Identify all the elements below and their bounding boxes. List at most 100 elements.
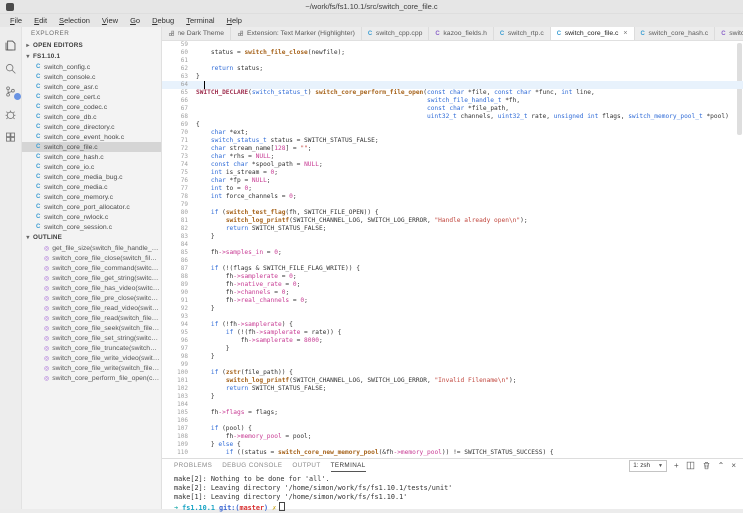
outline-item[interactable]: ◎switch_core_file_write_video(switch_fil… <box>22 353 161 363</box>
file-item[interactable]: Cswitch_core_media.c <box>22 182 161 192</box>
menu-item-view[interactable]: View <box>96 16 124 25</box>
code-text: fh->samplerate = 0; <box>196 273 297 280</box>
terminal-output[interactable]: make[2]: Nothing to be done for 'all'. ma… <box>162 472 743 512</box>
search-icon[interactable] <box>3 60 19 76</box>
panel-tab-output[interactable]: OUTPUT <box>292 459 320 472</box>
terminal-shell-select[interactable]: 1: zsh ▼ <box>629 459 667 472</box>
file-item[interactable]: Cswitch_core_event_hook.c <box>22 132 161 142</box>
outline-item[interactable]: ◎switch_core_file_write(switch_file_hand… <box>22 363 161 373</box>
code-editor[interactable]: 59 60 status = switch_file_close(newfile)… <box>162 41 743 458</box>
close-tab-icon[interactable]: × <box>623 30 627 37</box>
source-control-icon[interactable] <box>3 83 21 100</box>
code-text: int is_stream = 0; <box>210 169 278 176</box>
file-item[interactable]: Cswitch_core_rwlock.c <box>22 212 161 222</box>
code-line: 94 if (!fh->samplerate) { <box>162 321 743 329</box>
file-item[interactable]: Cswitch_console.c <box>22 72 161 82</box>
menu-item-selection[interactable]: Selection <box>53 16 96 25</box>
close-panel-icon[interactable]: × <box>731 461 736 470</box>
editor-tab[interactable]: Cswitch_core_hash.c <box>634 27 716 40</box>
editor-tab[interactable]: Ckazoo_fields.h <box>429 27 494 40</box>
outline-item[interactable]: ◎switch_core_file_truncate(switch_file_h… <box>22 343 161 353</box>
kill-terminal-icon[interactable] <box>702 461 711 470</box>
file-item[interactable]: Cswitch_core_cert.c <box>22 92 161 102</box>
outline-item[interactable]: ◎get_file_size(switch_file_handle_t *, c… <box>22 243 161 253</box>
new-terminal-icon[interactable]: + <box>674 461 679 470</box>
extensions-icon[interactable] <box>3 129 19 145</box>
maximize-panel-icon[interactable]: ⌃ <box>718 461 725 470</box>
file-item[interactable]: Cswitch_core_port_allocator.c <box>22 202 161 212</box>
explorer-icon[interactable] <box>3 37 19 53</box>
panel-tab-terminal[interactable]: TERMINAL <box>330 459 366 472</box>
file-item[interactable]: Cswitch_core_media_bug.c <box>22 172 161 182</box>
outline-symbol: switch_core_file_read_video(switch_file_… <box>52 304 160 312</box>
outline-item[interactable]: ◎switch_core_file_read_video(switch_file… <box>22 303 161 313</box>
outline-item[interactable]: ◎switch_core_file_seek(switch_file_handl… <box>22 323 161 333</box>
app-icon <box>6 3 14 11</box>
method-icon: ◎ <box>44 305 50 312</box>
code-line: 108 fh->memory_pool = pool; <box>162 433 743 441</box>
menu-item-file[interactable]: File <box>4 16 28 25</box>
c-file-icon: C <box>36 124 41 130</box>
menu-item-debug[interactable]: Debug <box>146 16 180 25</box>
editor-tab[interactable]: One Dark Theme <box>162 27 231 40</box>
menu-item-go[interactable]: Go <box>124 16 146 25</box>
panel-tab-problems[interactable]: PROBLEMS <box>174 459 212 472</box>
line-number: 100 <box>177 369 188 376</box>
editor-tab[interactable]: Cswitch_core_file.c × <box>550 27 635 40</box>
file-item[interactable]: Cswitch_config.c <box>22 62 161 72</box>
open-editors-section[interactable]: ▸ OPEN EDITORS <box>22 40 161 51</box>
code-line: 84 <box>162 241 743 249</box>
prompt-dir: fs1.10.1 <box>178 504 220 512</box>
outline-item[interactable]: ◎switch_core_file_read(switch_file_handl… <box>22 313 161 323</box>
code-line: 83 } <box>162 233 743 241</box>
code-line: 90 fh->channels = 0; <box>162 289 743 297</box>
debug-icon[interactable] <box>3 106 19 122</box>
dropdown-arrow-icon: ▼ <box>658 462 663 469</box>
file-name: switch_config.c <box>44 63 91 71</box>
split-terminal-icon[interactable] <box>686 461 695 470</box>
editor-tab[interactable]: Cswitch_plat <box>715 27 743 40</box>
editor-tab[interactable]: Cswitch_rtp.c <box>493 27 551 40</box>
outline-section[interactable]: ▾ OUTLINE <box>22 232 161 243</box>
file-item[interactable]: Cswitch_core_memory.c <box>22 192 161 202</box>
menu-item-terminal[interactable]: Terminal <box>180 16 220 25</box>
c-file-icon: C <box>36 64 41 70</box>
folder-section[interactable]: ▾ FS1.10.1 <box>22 51 161 62</box>
code-text: int force_channels = 0; <box>210 193 297 200</box>
file-item[interactable]: Cswitch_core_file.c <box>22 142 161 152</box>
shell-select-value: 1: zsh <box>633 462 650 469</box>
menu-item-edit[interactable]: Edit <box>28 16 53 25</box>
outline-item[interactable]: ◎switch_core_file_get_string(switch_file… <box>22 273 161 283</box>
file-item[interactable]: Cswitch_core_directory.c <box>22 122 161 132</box>
file-item[interactable]: Cswitch_core_codec.c <box>22 102 161 112</box>
editor-tab[interactable]: Cswitch_cpp.cpp <box>361 27 430 40</box>
code-text: const char *spool_path = NULL; <box>210 161 323 168</box>
code-line: 92 } <box>162 305 743 313</box>
line-number: 92 <box>180 305 188 312</box>
outline-item[interactable]: ◎switch_core_file_pre_close(switch_file_… <box>22 293 161 303</box>
file-item[interactable]: Cswitch_core_session.c <box>22 222 161 232</box>
code-line: 85 fh->samples_in = 0; <box>162 249 743 257</box>
method-icon: ◎ <box>44 335 50 342</box>
c-file-icon: C <box>36 104 41 110</box>
file-item[interactable]: Cswitch_core_hash.c <box>22 152 161 162</box>
line-number: 82 <box>180 225 188 232</box>
file-item[interactable]: Cswitch_core_db.c <box>22 112 161 122</box>
code-line: 101 switch_log_printf(SWITCH_CHANNEL_LOG… <box>162 377 743 385</box>
editor-tab[interactable]: Extension: Text Marker (Highlighter) <box>231 27 362 40</box>
outline-item[interactable]: ◎switch_core_file_close(switch_file_hand… <box>22 253 161 263</box>
file-name: switch_core_io.c <box>44 163 95 171</box>
outline-item[interactable]: ◎switch_core_perform_file_open(const cha… <box>22 373 161 383</box>
outline-item[interactable]: ◎switch_core_file_has_video(switch_file_… <box>22 283 161 293</box>
code-line: 67 const char *file_path, <box>162 105 743 113</box>
outline-item[interactable]: ◎switch_core_file_set_string(switch_file… <box>22 333 161 343</box>
code-text: if (pool) { <box>210 425 252 432</box>
file-item[interactable]: Cswitch_core_io.c <box>22 162 161 172</box>
outline-symbol: switch_core_file_close(switch_file_handl… <box>52 254 160 262</box>
file-item[interactable]: Cswitch_core_asr.c <box>22 82 161 92</box>
panel-tab-debug-console[interactable]: DEBUG CONSOLE <box>222 459 282 472</box>
menu-item-help[interactable]: Help <box>221 16 248 25</box>
outline-item[interactable]: ◎switch_core_file_command(switch_file_ha… <box>22 263 161 273</box>
c-file-icon: C <box>36 184 41 190</box>
code-text: if ((status = switch_core_new_memory_poo… <box>225 449 554 456</box>
